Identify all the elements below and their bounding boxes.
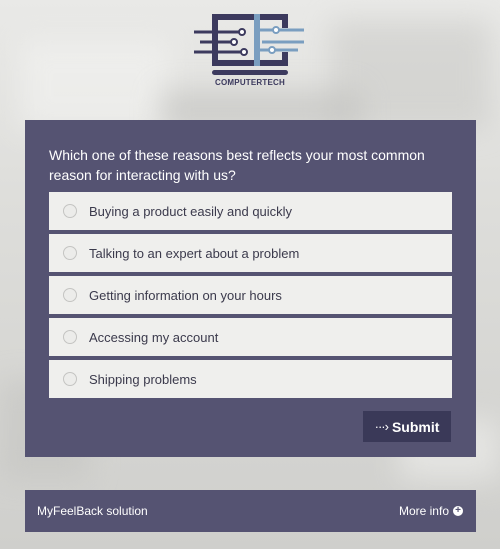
radio-button[interactable] <box>63 246 77 260</box>
plus-circle-icon: + <box>453 506 463 516</box>
submit-button[interactable]: ···› Submit <box>363 411 451 442</box>
logo-wordmark: COMPUTERTECH <box>215 78 285 87</box>
radio-button[interactable] <box>63 372 77 386</box>
answer-option[interactable]: Getting information on your hours <box>49 276 452 314</box>
answer-option-label: Talking to an expert about a problem <box>89 245 300 261</box>
footer-brand: MyFeelBack solution <box>37 504 148 518</box>
radio-button[interactable] <box>63 204 77 218</box>
answer-option-label: Getting information on your hours <box>89 287 282 303</box>
submit-label: Submit <box>391 418 440 435</box>
more-info-label: More info <box>398 504 449 518</box>
computertech-logo: COMPUTERTECH <box>192 12 308 90</box>
answer-option-label: Buying a product easily and quickly <box>89 203 293 219</box>
answer-options: Buying a product easily and quickly Talk… <box>49 192 452 402</box>
answer-option[interactable]: Buying a product easily and quickly <box>49 192 452 230</box>
question-text: Which one of these reasons best reflects… <box>49 147 425 183</box>
survey-card: Which one of these reasons best reflects… <box>25 120 476 457</box>
answer-option[interactable]: Shipping problems <box>49 360 452 398</box>
radio-button[interactable] <box>63 288 77 302</box>
answer-option-label: Shipping problems <box>89 371 197 387</box>
answer-option[interactable]: Accessing my account <box>49 318 452 356</box>
circuit-logo-icon <box>194 14 304 75</box>
more-info-link[interactable]: More info + <box>399 504 463 518</box>
background-blur <box>20 40 170 130</box>
answer-option[interactable]: Talking to an expert about a problem <box>49 234 452 272</box>
footer-bar: MyFeelBack solution More info + <box>25 490 476 532</box>
dashed-arrow-icon: ···› <box>374 419 389 434</box>
radio-button[interactable] <box>63 330 77 344</box>
answer-option-label: Accessing my account <box>89 329 219 345</box>
